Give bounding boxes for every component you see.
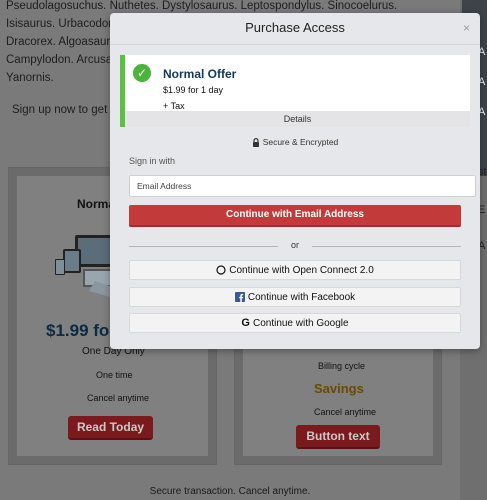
details-toggle[interactable]: Details bbox=[125, 111, 470, 127]
sso-label: Continue with Google bbox=[252, 318, 349, 330]
divider-line bbox=[129, 246, 278, 247]
plan-cancel: Cancel anytime bbox=[87, 393, 150, 403]
facebook-icon bbox=[234, 292, 245, 303]
plan-billing: One time bbox=[96, 370, 133, 380]
google-button[interactable]: G Continue with Google bbox=[129, 313, 461, 333]
plan-price: $1.99 fo bbox=[46, 321, 110, 340]
billing-cycle-label: Billing cycle bbox=[318, 361, 366, 371]
sso-label: Continue with Open Connect 2.0 bbox=[229, 265, 374, 276]
lock-icon bbox=[252, 138, 259, 148]
divider-line bbox=[312, 246, 461, 247]
email-field[interactable] bbox=[129, 175, 476, 197]
open-connect-button[interactable]: Continue with Open Connect 2.0 bbox=[129, 260, 461, 280]
secure-label: Secure & Encrypted bbox=[262, 137, 339, 147]
facebook-button[interactable]: Continue with Facebook bbox=[129, 287, 461, 307]
modal-title: Purchase Access bbox=[245, 20, 345, 35]
secure-notice: Secure & Encrypted bbox=[110, 137, 480, 148]
offer-price: $1.99 for 1 day bbox=[163, 85, 224, 95]
plan-action-button[interactable]: Button text bbox=[296, 425, 380, 449]
signin-label: Sign in with bbox=[129, 156, 176, 166]
savings-label: Savings bbox=[314, 381, 364, 396]
continue-email-button[interactable]: Continue with Email Address bbox=[129, 205, 461, 227]
offer-title: Normal Offer bbox=[163, 67, 237, 81]
read-today-button[interactable]: Read Today bbox=[68, 416, 153, 440]
google-icon: G bbox=[241, 317, 250, 329]
close-icon[interactable]: × bbox=[463, 21, 470, 35]
or-label: or bbox=[290, 240, 299, 250]
circle-icon bbox=[216, 265, 226, 275]
purchase-access-modal: Purchase Access × ✓ Normal Offer $1.99 f… bbox=[110, 13, 480, 349]
footer-text: Secure transaction. Cancel anytime. bbox=[149, 486, 311, 497]
checkmark-icon: ✓ bbox=[133, 64, 151, 82]
plan-cancel: Cancel anytime bbox=[314, 407, 377, 417]
header-divider bbox=[110, 44, 480, 45]
or-divider: or bbox=[129, 240, 461, 252]
offer-tax: + Tax bbox=[163, 101, 185, 111]
sso-label: Continue with Facebook bbox=[247, 292, 356, 303]
